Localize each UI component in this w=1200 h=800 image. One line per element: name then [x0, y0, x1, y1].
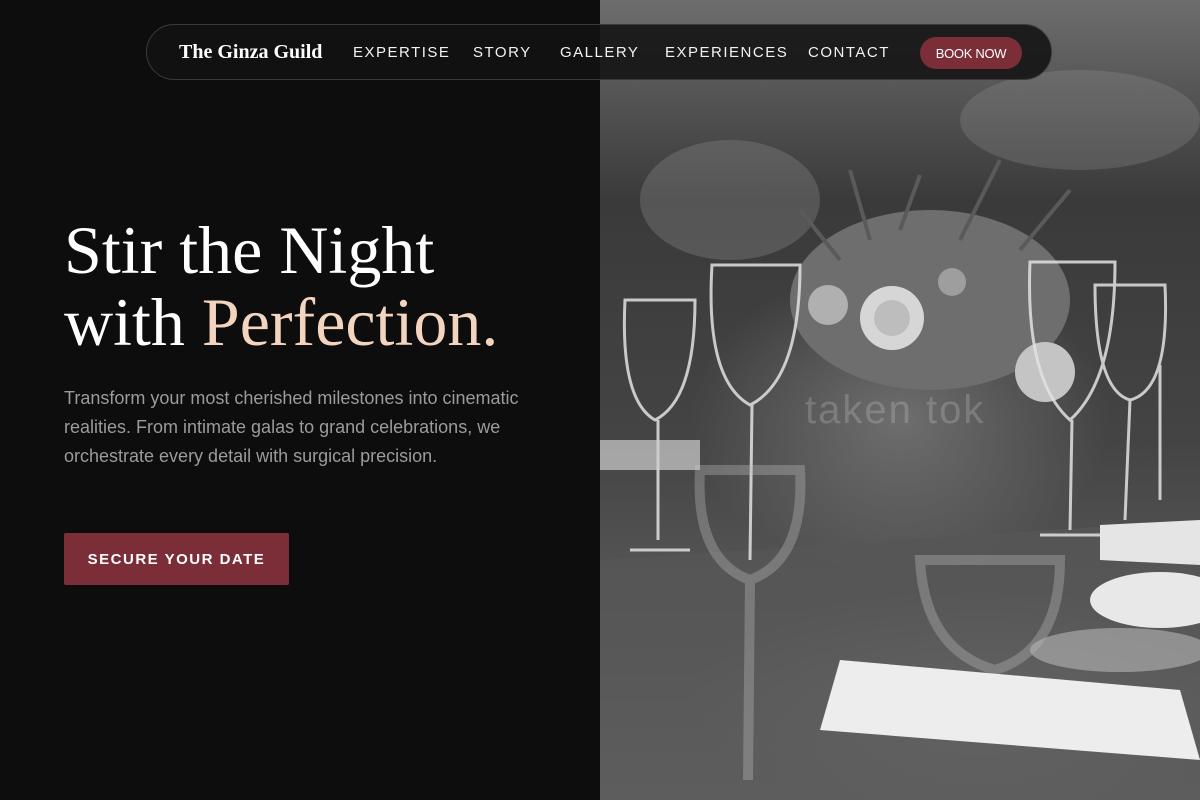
background-blur [960, 70, 1200, 170]
hero-title: Stir the Night with Perfection. [64, 214, 498, 358]
hero-title-line2-prefix: with [64, 284, 202, 360]
blurred-glass-stem [743, 579, 755, 781]
photo-watermark: taken tok [805, 388, 986, 432]
rose-flower [1015, 342, 1075, 402]
nav-link-expertise[interactable]: EXPERTISE [353, 44, 450, 61]
wine-glass-stem [630, 420, 690, 552]
brand-logo[interactable]: The Ginza Guild [179, 41, 322, 64]
wine-glass [622, 298, 697, 422]
nav-link-gallery[interactable]: GALLERY [560, 44, 639, 61]
nav-link-contact[interactable]: CONTACT [808, 44, 890, 61]
wine-glass-stem [1040, 419, 1105, 537]
main-navigation: The Ginza Guild EXPERTISE STORY GALLERY … [146, 24, 1052, 80]
small-flower [938, 268, 966, 296]
wine-glass-stem [1123, 399, 1132, 521]
wine-glass [709, 263, 802, 407]
wine-glass-stem [748, 404, 754, 561]
hero-description: Transform your most cherished milestones… [64, 388, 519, 466]
hero-title-line1: Stir the Night [64, 212, 435, 288]
secure-date-button[interactable]: SECURE YOUR DATE [64, 533, 289, 585]
wine-glass [1093, 283, 1168, 402]
nav-link-experiences[interactable]: EXPERIENCES [665, 44, 788, 61]
hero-title-accent: Perfection. [201, 284, 499, 360]
rose-flower [808, 285, 848, 325]
rose-flower-center [874, 300, 910, 336]
book-now-button[interactable]: BOOK NOW [920, 37, 1022, 69]
napkin [1100, 520, 1200, 565]
nav-link-story[interactable]: STORY [473, 44, 532, 61]
background-blur [640, 140, 820, 260]
napkin [600, 440, 700, 470]
